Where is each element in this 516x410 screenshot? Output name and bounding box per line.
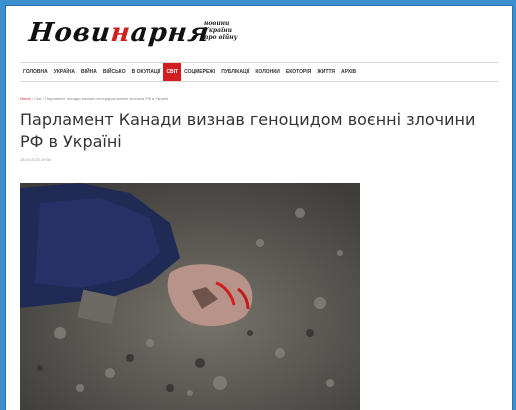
browser-frame: Новинарня новини України про війну ГОЛОВ… [6,6,512,410]
logo-part-2: арня [129,18,212,48]
nav-item-0[interactable]: ГОЛОВНА [20,63,51,81]
breadcrumb: Home / Світ / Парламент Канади визнав ге… [20,96,498,101]
article-date: 28.04.2022 09:00 [20,157,52,162]
nav-item-1[interactable]: УКРАЇНА [51,63,78,81]
main-nav: ГОЛОВНА УКРАЇНА ВІЙНА ВІЙСЬКО В ОКУПАЦІЇ СВІТ… [20,62,498,82]
nav-item-9[interactable]: ЕКОТОРІЯ [283,63,314,81]
nav-item-7[interactable]: ПУБЛІКАЦІЇ [218,63,252,81]
nav-item-3[interactable]: ВІЙСЬКО [100,63,129,81]
site-logo[interactable]: Новинарня [27,18,211,48]
site-tagline: новини України про війну [204,20,238,41]
nav-item-5[interactable]: СВІТ [163,63,182,81]
nav-item-2[interactable]: ВІЙНА [78,63,100,81]
breadcrumb-home-link[interactable]: Home [20,96,31,101]
nav-item-6[interactable]: СОЦМЕРЕЖІ [181,63,218,81]
article-photo [20,183,360,410]
article-photo-image [20,183,360,410]
site-header: Новинарня новини України про війну [6,6,512,62]
logo-part-1: Нови [27,18,113,48]
nav-item-11[interactable]: АРХІВ [338,63,359,81]
nav-item-8[interactable]: КОЛОНКИ [252,63,282,81]
article-title: Парламент Канади визнав геноцидом воєнні… [20,110,476,151]
article: Home / Світ / Парламент Канади визнав ге… [20,86,498,162]
nav-item-10[interactable]: ЖИТТЯ [314,63,338,81]
breadcrumb-path: / Світ / Парламент Канади визнав геноцид… [30,96,169,101]
nav-item-4[interactable]: В ОКУПАЦІЇ [129,63,164,81]
